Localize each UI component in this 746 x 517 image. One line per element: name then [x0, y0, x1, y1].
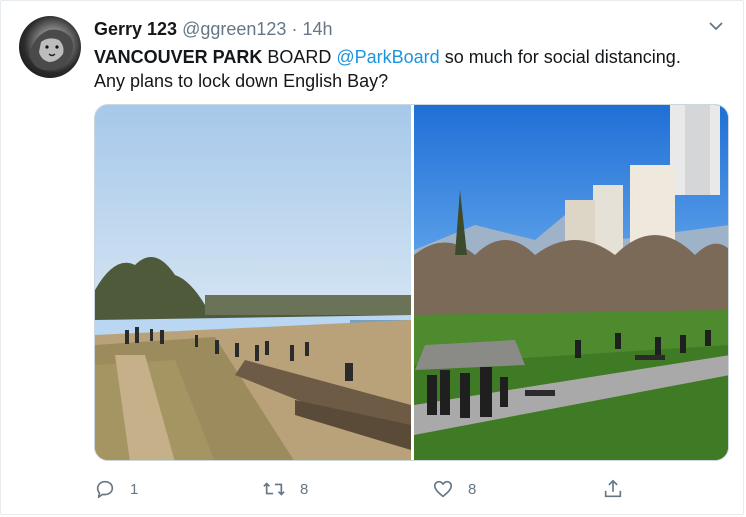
- mention-link[interactable]: @ParkBoard: [336, 47, 439, 67]
- tweet-text-part1: BOARD: [262, 47, 337, 67]
- retweet-icon: [263, 482, 285, 496]
- tweet-text-bold: VANCOUVER PARK: [94, 47, 263, 67]
- reply-icon: [96, 480, 114, 499]
- share-icon: [604, 479, 622, 498]
- chevron-down-icon[interactable]: [709, 21, 723, 31]
- park-photo-right[interactable]: [414, 105, 729, 461]
- retweet-count: 8: [300, 480, 309, 498]
- separator: ·: [291, 19, 298, 39]
- tweet-header: Gerry 123 @ggreen123 · 14h: [94, 19, 333, 41]
- author-name[interactable]: Gerry 123: [94, 19, 177, 39]
- tweet-actions: 1 8 8: [94, 477, 729, 501]
- author-handle[interactable]: @ggreen123: [182, 19, 286, 39]
- like-count: 8: [468, 480, 477, 498]
- tweet-text: VANCOUVER PARK BOARD @ParkBoard so much …: [94, 45, 714, 93]
- reply-count: 1: [130, 480, 139, 498]
- retweet-button[interactable]: 8: [262, 477, 308, 501]
- beach-photo-left[interactable]: [95, 105, 411, 461]
- timestamp[interactable]: 14h: [302, 19, 332, 39]
- tweet-card[interactable]: Gerry 123 @ggreen123 · 14h VANCOUVER PAR…: [0, 0, 744, 515]
- media-container[interactable]: [94, 104, 729, 461]
- share-button[interactable]: [602, 477, 638, 501]
- like-icon: [433, 480, 453, 498]
- avatar[interactable]: [19, 16, 81, 78]
- reply-button[interactable]: 1: [94, 477, 138, 501]
- like-button[interactable]: 8: [432, 477, 476, 501]
